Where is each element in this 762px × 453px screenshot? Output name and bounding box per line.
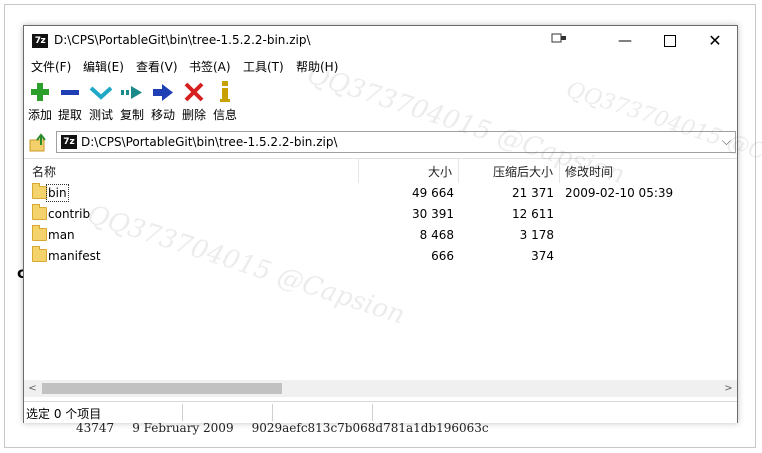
horizontal-scrollbar[interactable]: < > bbox=[24, 380, 737, 397]
test-button[interactable]: 测试 bbox=[86, 80, 116, 123]
scroll-left-icon[interactable]: < bbox=[24, 380, 41, 397]
delete-button[interactable]: 删除 bbox=[179, 80, 209, 123]
column-divider[interactable] bbox=[458, 159, 459, 183]
delete-label: 删除 bbox=[181, 108, 206, 122]
bg-line-value-1: 43747 bbox=[76, 421, 115, 435]
maximize-button[interactable] bbox=[647, 26, 693, 56]
file-packed-size: 12 611 bbox=[512, 207, 554, 221]
file-name: man bbox=[48, 228, 75, 242]
folder-up-button[interactable] bbox=[28, 133, 50, 153]
close-button[interactable]: ✕ bbox=[692, 26, 738, 56]
column-header-size[interactable]: 大小 bbox=[428, 163, 452, 180]
file-packed-size: 3 178 bbox=[519, 228, 554, 242]
menu-view[interactable]: 查看(V) bbox=[136, 58, 178, 75]
minimize-button[interactable]: — bbox=[602, 26, 648, 56]
bg-line-value-2: 9 February 2009 bbox=[132, 421, 234, 435]
info-label: 信息 bbox=[212, 108, 237, 122]
copy-label: 复制 bbox=[119, 108, 144, 122]
title-bar[interactable]: 7z D:\CPS\PortableGit\bin\tree-1.5.2.2-b… bbox=[24, 26, 737, 56]
menu-tools[interactable]: 工具(T) bbox=[243, 58, 284, 75]
status-bar: 选定 0 个项目 bbox=[24, 401, 737, 423]
status-divider bbox=[182, 404, 183, 421]
address-bar: 7z D:\CPS\PortableGit\bin\tree-1.5.2.2-b… bbox=[24, 130, 737, 156]
file-size: 8 468 bbox=[419, 228, 454, 242]
info-button[interactable]: 信息 bbox=[210, 80, 240, 123]
move-arrow-icon bbox=[153, 84, 173, 101]
menu-edit[interactable]: 编辑(E) bbox=[83, 58, 124, 75]
file-list: 名称 大小 压缩后大小 修改时间 bin 49 664 21 371 2009-… bbox=[24, 158, 737, 403]
test-label: 测试 bbox=[88, 108, 113, 122]
app-7z-icon: 7z bbox=[32, 34, 48, 48]
status-divider bbox=[272, 404, 273, 421]
move-button[interactable]: 移动 bbox=[148, 80, 178, 123]
address-input[interactable]: 7z D:\CPS\PortableGit\bin\tree-1.5.2.2-b… bbox=[56, 131, 736, 153]
address-path: D:\CPS\PortableGit\bin\tree-1.5.2.2-bin.… bbox=[81, 135, 338, 149]
background-document-line: 43747 9 February 2009 9029aefc813c7b068d78… bbox=[76, 421, 507, 435]
folder-icon bbox=[32, 204, 47, 220]
folder-icon bbox=[32, 225, 47, 241]
plus-icon bbox=[31, 83, 49, 101]
folder-up-icon bbox=[29, 133, 46, 152]
file-size: 30 391 bbox=[412, 207, 454, 221]
menu-file[interactable]: 文件(F) bbox=[31, 58, 71, 75]
column-divider[interactable] bbox=[358, 159, 359, 183]
extract-button[interactable]: 提取 bbox=[55, 80, 85, 123]
minus-icon bbox=[61, 90, 79, 95]
file-size: 49 664 bbox=[412, 186, 454, 200]
window-mode-icon[interactable] bbox=[536, 26, 582, 56]
check-icon bbox=[89, 86, 113, 100]
file-packed-size: 374 bbox=[531, 249, 554, 263]
file-row[interactable]: manifest 666 374 bbox=[24, 246, 737, 267]
menu-bar: 文件(F) 编辑(E) 查看(V) 书签(A) 工具(T) 帮助(H) bbox=[24, 56, 737, 76]
extract-label: 提取 bbox=[57, 108, 82, 122]
scrollbar-thumb[interactable] bbox=[42, 383, 282, 394]
file-name: contrib bbox=[48, 207, 91, 221]
bg-line-value-3: 9029aefc813c7b068d781a1db196063c bbox=[251, 421, 489, 435]
status-divider bbox=[372, 404, 373, 421]
delete-x-icon bbox=[184, 82, 204, 102]
window-title: D:\CPS\PortableGit\bin\tree-1.5.2.2-bin.… bbox=[54, 33, 311, 47]
add-label: 添加 bbox=[27, 108, 52, 122]
column-header-name[interactable]: 名称 bbox=[32, 163, 56, 180]
archive-icon: 7z bbox=[61, 135, 77, 149]
file-size: 666 bbox=[431, 249, 454, 263]
copy-arrow-icon bbox=[121, 86, 142, 99]
file-name: manifest bbox=[48, 249, 101, 263]
file-packed-size: 21 371 bbox=[512, 186, 554, 200]
move-label: 移动 bbox=[150, 108, 175, 122]
folder-icon bbox=[32, 183, 47, 199]
copy-button[interactable]: 复制 bbox=[117, 80, 147, 123]
file-name: bin bbox=[46, 184, 69, 202]
scroll-right-icon[interactable]: > bbox=[720, 380, 737, 397]
folder-icon bbox=[32, 246, 47, 262]
menu-bookmarks[interactable]: 书签(A) bbox=[189, 58, 231, 75]
maximize-icon bbox=[664, 35, 676, 47]
add-button[interactable]: 添加 bbox=[25, 80, 55, 123]
status-selection: 选定 0 个项目 bbox=[26, 407, 102, 421]
file-row[interactable]: bin 49 664 21 371 2009-02-10 05:39 bbox=[24, 183, 737, 204]
info-icon bbox=[220, 81, 230, 102]
